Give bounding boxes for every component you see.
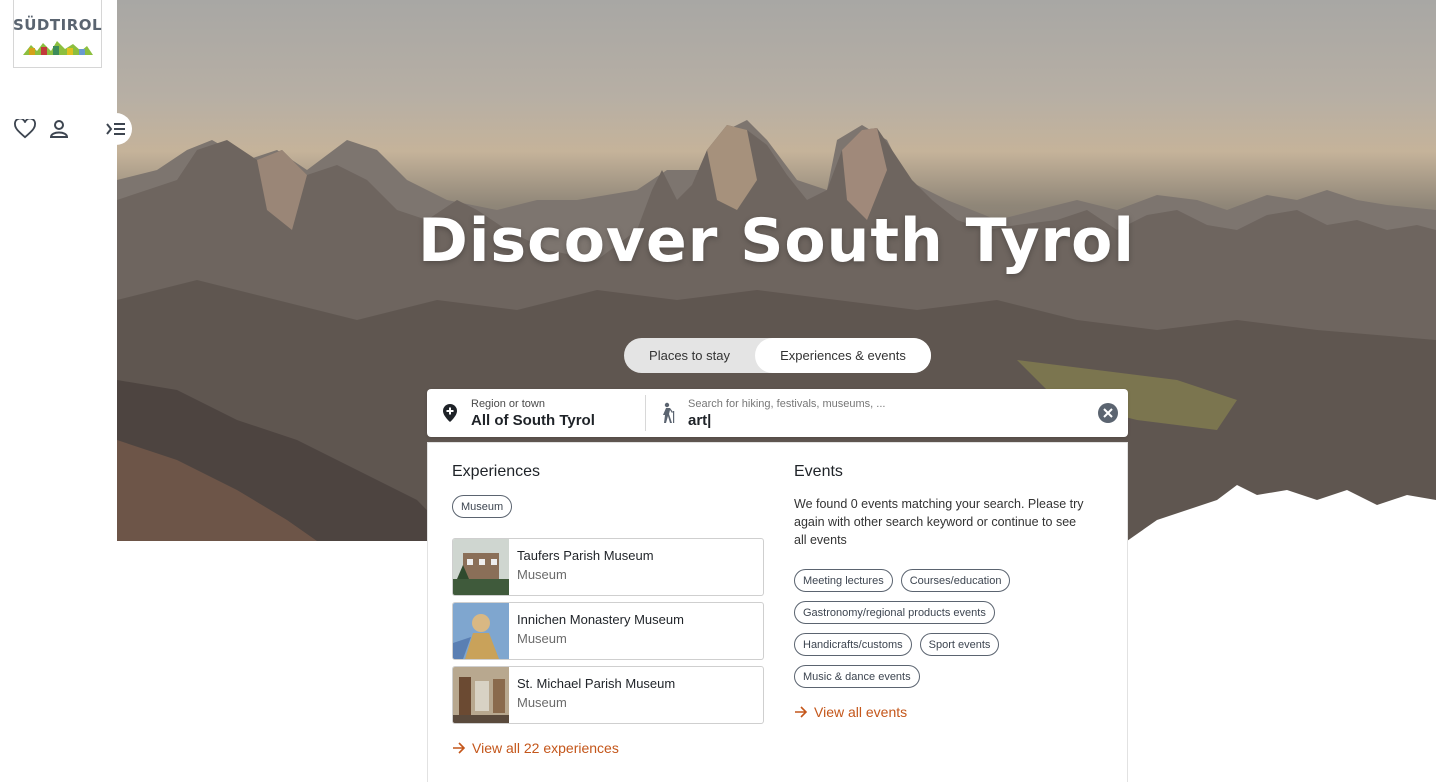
user-account-icon[interactable]	[48, 118, 70, 140]
hiker-icon	[663, 402, 675, 423]
events-column: Events We found 0 events matching your s…	[794, 463, 1104, 720]
list-item[interactable]: Taufers Parish Museum Museum	[452, 538, 764, 596]
event-tag[interactable]: Sport events	[919, 633, 1000, 656]
event-tag[interactable]: Gastronomy/regional products events	[794, 601, 995, 624]
search-mode-switch: Places to stay Experiences & events	[624, 338, 931, 373]
logo-hills-icon	[22, 41, 93, 55]
location-pin-icon	[443, 404, 457, 422]
search-placeholder: Search for hiking, festivals, museums, .…	[688, 397, 886, 410]
logo-text: SÜDTIROL	[12, 16, 103, 34]
search-results-dropdown: Experiences Museum Taufers Parish Museum…	[427, 442, 1128, 782]
view-all-experiences-label: View all 22 experiences	[472, 740, 619, 756]
search-bar: Region or town All of South Tyrol Search…	[427, 389, 1128, 437]
experience-name: Innichen Monastery Museum	[517, 612, 684, 627]
thumbnail-image	[453, 667, 509, 723]
experience-name: Taufers Parish Museum	[517, 548, 654, 563]
event-category-tags: Meeting lectures Courses/education Gastr…	[794, 569, 1094, 688]
view-all-events-link[interactable]: View all events	[794, 704, 1104, 720]
view-all-experiences-link[interactable]: View all 22 experiences	[452, 740, 764, 756]
clear-search-icon[interactable]	[1098, 403, 1118, 423]
thumbnail-image	[453, 603, 509, 659]
experience-type: Museum	[517, 695, 567, 710]
event-tag[interactable]: Meeting lectures	[794, 569, 893, 592]
experience-filter-tag[interactable]: Museum	[452, 495, 513, 518]
experience-name: St. Michael Parish Museum	[517, 676, 676, 691]
events-title: Events	[794, 463, 843, 480]
region-value: All of South Tyrol	[471, 411, 595, 429]
search-query: art|	[688, 411, 712, 429]
thumbnail-image	[453, 539, 509, 595]
view-all-events-label: View all events	[814, 704, 908, 720]
region-label: Region or town	[471, 397, 545, 410]
experience-type: Museum	[517, 567, 567, 582]
arrow-right-icon	[795, 706, 808, 718]
list-item[interactable]: Innichen Monastery Museum Museum	[452, 602, 764, 660]
region-selector[interactable]: Region or town All of South Tyrol	[427, 395, 646, 431]
no-events-message: We found 0 events matching your search. …	[794, 497, 1084, 547]
tab-experiences-events[interactable]: Experiences & events	[755, 338, 931, 373]
event-tag[interactable]: Handicrafts/customs	[794, 633, 912, 656]
search-input[interactable]: Search for hiking, festivals, museums, .…	[646, 395, 1098, 431]
experiences-title: Experiences	[452, 463, 541, 480]
favorites-heart-icon[interactable]	[14, 118, 36, 140]
sidebar: SÜDTIROL	[0, 0, 117, 782]
experience-type: Museum	[517, 631, 567, 646]
tab-places-to-stay[interactable]: Places to stay	[624, 338, 755, 373]
event-tag[interactable]: Music & dance events	[794, 665, 920, 688]
arrow-right-icon	[453, 742, 466, 754]
list-item[interactable]: St. Michael Parish Museum Museum	[452, 666, 764, 724]
experiences-column: Experiences Museum Taufers Parish Museum…	[452, 463, 764, 756]
hero-title: Discover South Tyrol	[418, 206, 1135, 276]
brand-logo[interactable]: SÜDTIROL	[13, 0, 102, 68]
event-tag[interactable]: Courses/education	[900, 569, 1011, 592]
menu-expand-icon[interactable]	[100, 113, 132, 145]
